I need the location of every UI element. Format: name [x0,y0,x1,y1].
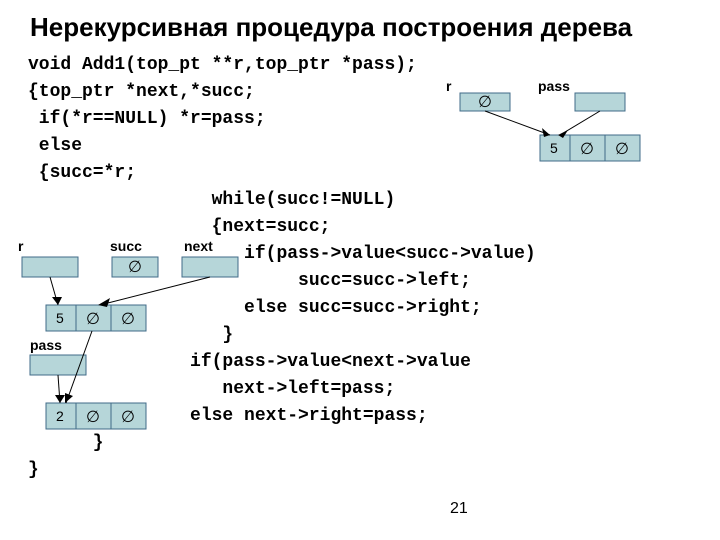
lbl-r: r [446,78,452,94]
diagram-bottom: r succ next ∅ 5 ∅ ∅ pass 2 ∅ ∅ [10,235,260,465]
n2l: ∅ [86,409,100,426]
v2: 2 [56,408,64,424]
null-l: ∅ [580,141,594,158]
n2r: ∅ [121,409,135,426]
page-title: Нерекурсивная процедура построения дерев… [30,12,632,43]
n5r: ∅ [121,311,135,328]
lbl-succ: succ [110,238,142,254]
n5l: ∅ [86,311,100,328]
lbl-pass2: pass [30,337,62,353]
null-succ: ∅ [128,259,142,276]
null-r: ∅ [478,94,492,111]
page-number: 21 [450,500,468,518]
val-5: 5 [550,140,558,156]
v5: 5 [56,310,64,326]
null-rr: ∅ [615,141,629,158]
lbl-next: next [184,238,213,254]
lbl-pass: pass [538,78,570,94]
lbl-r2: r [18,238,24,254]
diagram-top: r ∅ pass 5 ∅ ∅ [430,75,710,185]
